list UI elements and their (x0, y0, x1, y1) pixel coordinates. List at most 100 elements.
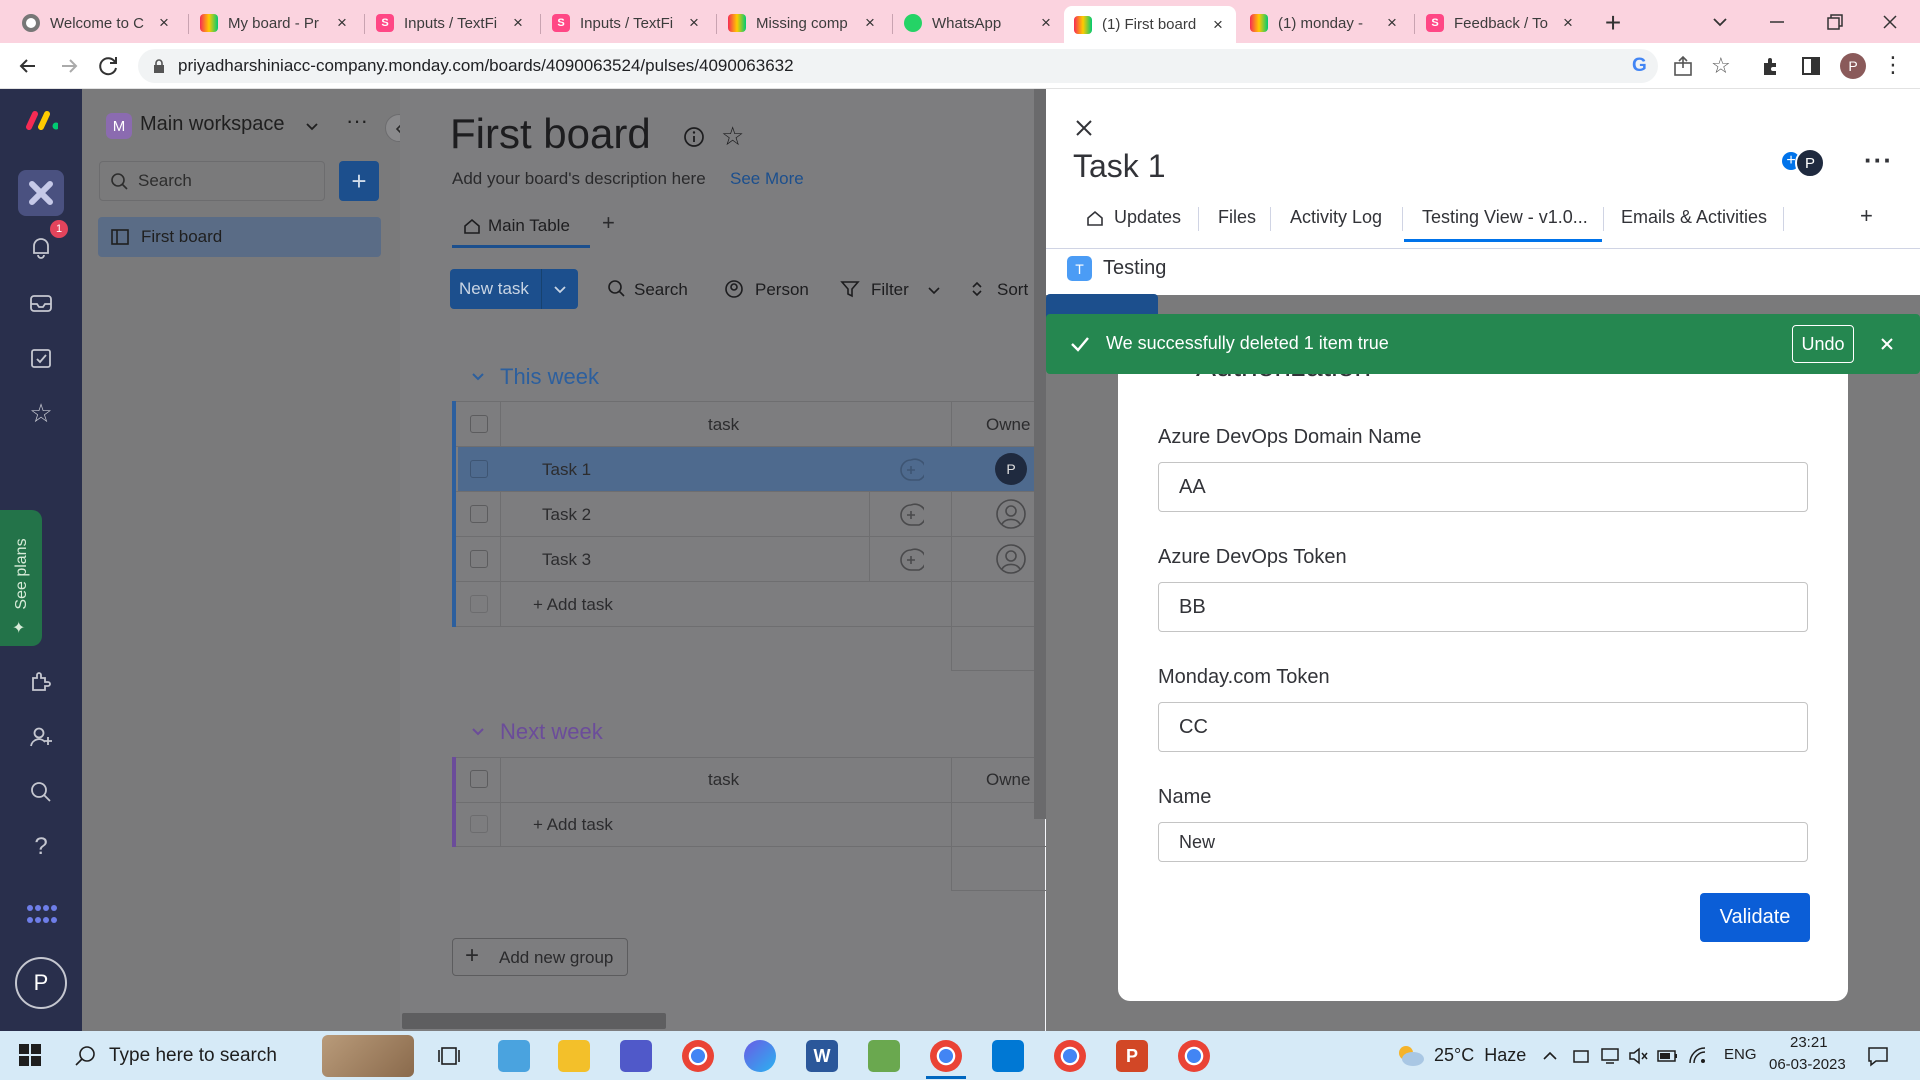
add-task-input[interactable]: + Add task (533, 815, 613, 835)
close-icon[interactable]: × (1384, 13, 1400, 33)
sidebar-item-first-board[interactable]: First board (98, 217, 381, 257)
volume-muted-icon[interactable] (1628, 1046, 1648, 1066)
chrome-profile-icon[interactable] (930, 1040, 962, 1072)
browser-tab[interactable]: Welcome to C × (12, 6, 182, 40)
add-new-group-button[interactable]: + Add new group (452, 938, 628, 976)
close-icon[interactable]: × (334, 13, 350, 33)
tab-main-table[interactable]: Main Table (452, 204, 590, 248)
group-title[interactable]: This week (500, 364, 599, 390)
help-icon[interactable]: ? (24, 830, 58, 864)
teams-icon[interactable] (620, 1040, 652, 1072)
column-header-task[interactable]: task (708, 770, 739, 790)
board-description[interactable]: Add your board's description here (452, 169, 706, 189)
close-icon[interactable]: × (862, 13, 878, 33)
back-icon[interactable] (15, 53, 41, 79)
info-icon[interactable] (683, 126, 705, 148)
horizontal-scrollbar[interactable] (402, 1013, 666, 1029)
select-all-checkbox[interactable] (470, 415, 488, 433)
reload-icon[interactable] (96, 53, 122, 79)
close-panel-icon[interactable] (1072, 116, 1096, 140)
chevron-up-icon[interactable] (1541, 1047, 1559, 1065)
windows-start-icon[interactable] (18, 1043, 42, 1067)
browser-tab[interactable]: WhatsApp × (894, 6, 1064, 40)
clock-time[interactable]: 23:21 (1790, 1034, 1828, 1051)
chevron-down-icon[interactable] (302, 116, 322, 136)
sidebar-search-input[interactable]: Search (99, 161, 325, 201)
close-toast-icon[interactable] (1878, 335, 1896, 353)
validate-button[interactable]: Validate (1700, 893, 1810, 942)
clock-date[interactable]: 06-03-2023 (1769, 1056, 1846, 1073)
chevron-down-icon[interactable] (550, 279, 570, 299)
close-icon[interactable]: × (686, 13, 702, 33)
tab-testing-view[interactable]: Testing View - v1.0... (1422, 207, 1588, 228)
share-icon[interactable] (1672, 55, 1694, 77)
notification-center-icon[interactable] (1866, 1044, 1890, 1068)
word-icon[interactable]: W (806, 1040, 838, 1072)
monday-token-input[interactable] (1158, 702, 1808, 752)
close-icon[interactable]: × (1038, 13, 1054, 33)
browser-tab-active[interactable]: (1) First board × (1064, 6, 1236, 43)
inbox-icon[interactable] (24, 286, 58, 320)
browser-tab[interactable]: S Inputs / TextFi × (366, 6, 536, 40)
vscode-icon[interactable] (992, 1040, 1024, 1072)
empty-person-icon[interactable] (995, 498, 1027, 530)
restore-icon[interactable] (1822, 10, 1846, 34)
file-explorer-icon[interactable] (558, 1040, 590, 1072)
group-collapse-icon[interactable] (468, 721, 488, 741)
vertical-scrollbar[interactable] (1034, 89, 1046, 819)
chrome-profile-icon[interactable] (1178, 1040, 1210, 1072)
task-name[interactable]: Task 3 (542, 550, 591, 570)
tab-search-icon[interactable] (1708, 10, 1732, 34)
taskbar-search-box[interactable]: Type here to search (60, 1031, 420, 1080)
address-bar[interactable]: priyadharshiniacc-company.monday.com/boa… (138, 49, 1658, 83)
browser-tab[interactable]: S Feedback / To × (1416, 6, 1586, 40)
new-tab-button[interactable]: + (1598, 8, 1628, 38)
column-header-owner[interactable]: Owne (986, 770, 1030, 790)
meet-now-icon[interactable] (1571, 1046, 1591, 1066)
close-icon[interactable]: × (1560, 13, 1576, 33)
search-icon[interactable] (24, 775, 58, 809)
forward-icon[interactable] (56, 53, 82, 79)
monday-logo-icon[interactable] (24, 102, 58, 136)
add-update-icon[interactable] (898, 457, 924, 483)
row-checkbox[interactable] (470, 460, 488, 478)
browser-menu-icon[interactable]: ⋮ (1882, 53, 1904, 79)
tab-files[interactable]: Files (1218, 207, 1256, 228)
azure-token-input[interactable] (1158, 582, 1808, 632)
product-switcher-icon[interactable] (24, 898, 58, 932)
column-header-owner[interactable]: Owne (986, 415, 1030, 435)
my-work-icon[interactable] (24, 341, 58, 375)
browser-tab[interactable]: Missing comp × (718, 6, 888, 40)
task-view-icon[interactable] (438, 1044, 462, 1068)
select-all-checkbox[interactable] (470, 770, 488, 788)
close-icon[interactable]: × (510, 13, 526, 33)
extensions-icon[interactable] (1760, 55, 1782, 77)
add-task-input[interactable]: + Add task (533, 595, 613, 615)
tab-updates[interactable]: Updates (1114, 207, 1181, 228)
new-task-button[interactable]: New task (450, 269, 578, 309)
browser-tab[interactable]: S Inputs / TextFi × (542, 6, 712, 40)
bookmark-star-icon[interactable]: ☆ (1711, 53, 1735, 78)
owner-avatar[interactable]: P (995, 453, 1027, 485)
row-checkbox[interactable] (470, 505, 488, 523)
chrome-icon[interactable] (682, 1040, 714, 1072)
row-checkbox[interactable] (470, 550, 488, 568)
azure-domain-input[interactable] (1158, 462, 1808, 512)
browser-tab[interactable]: (1) monday - × (1240, 6, 1410, 40)
weather-icon[interactable] (1393, 1041, 1427, 1069)
invite-members-icon[interactable] (24, 720, 58, 754)
add-view-button[interactable]: + (602, 210, 615, 236)
close-icon[interactable]: × (1210, 15, 1226, 35)
group-collapse-icon[interactable] (468, 366, 488, 386)
empty-person-icon[interactable] (995, 543, 1027, 575)
add-item-button[interactable]: + (339, 161, 379, 201)
window-close-icon[interactable] (1878, 10, 1902, 34)
copilot-icon[interactable] (744, 1040, 776, 1072)
google-icon[interactable]: G (1632, 55, 1654, 77)
see-more-link[interactable]: See More (730, 169, 804, 189)
board-title[interactable]: First board (450, 110, 651, 158)
workspace-name[interactable]: Main workspace (140, 113, 285, 136)
add-view-tab-button[interactable]: + (1860, 203, 1873, 229)
battery-icon[interactable] (1657, 1046, 1679, 1066)
display-icon[interactable] (1600, 1046, 1620, 1066)
